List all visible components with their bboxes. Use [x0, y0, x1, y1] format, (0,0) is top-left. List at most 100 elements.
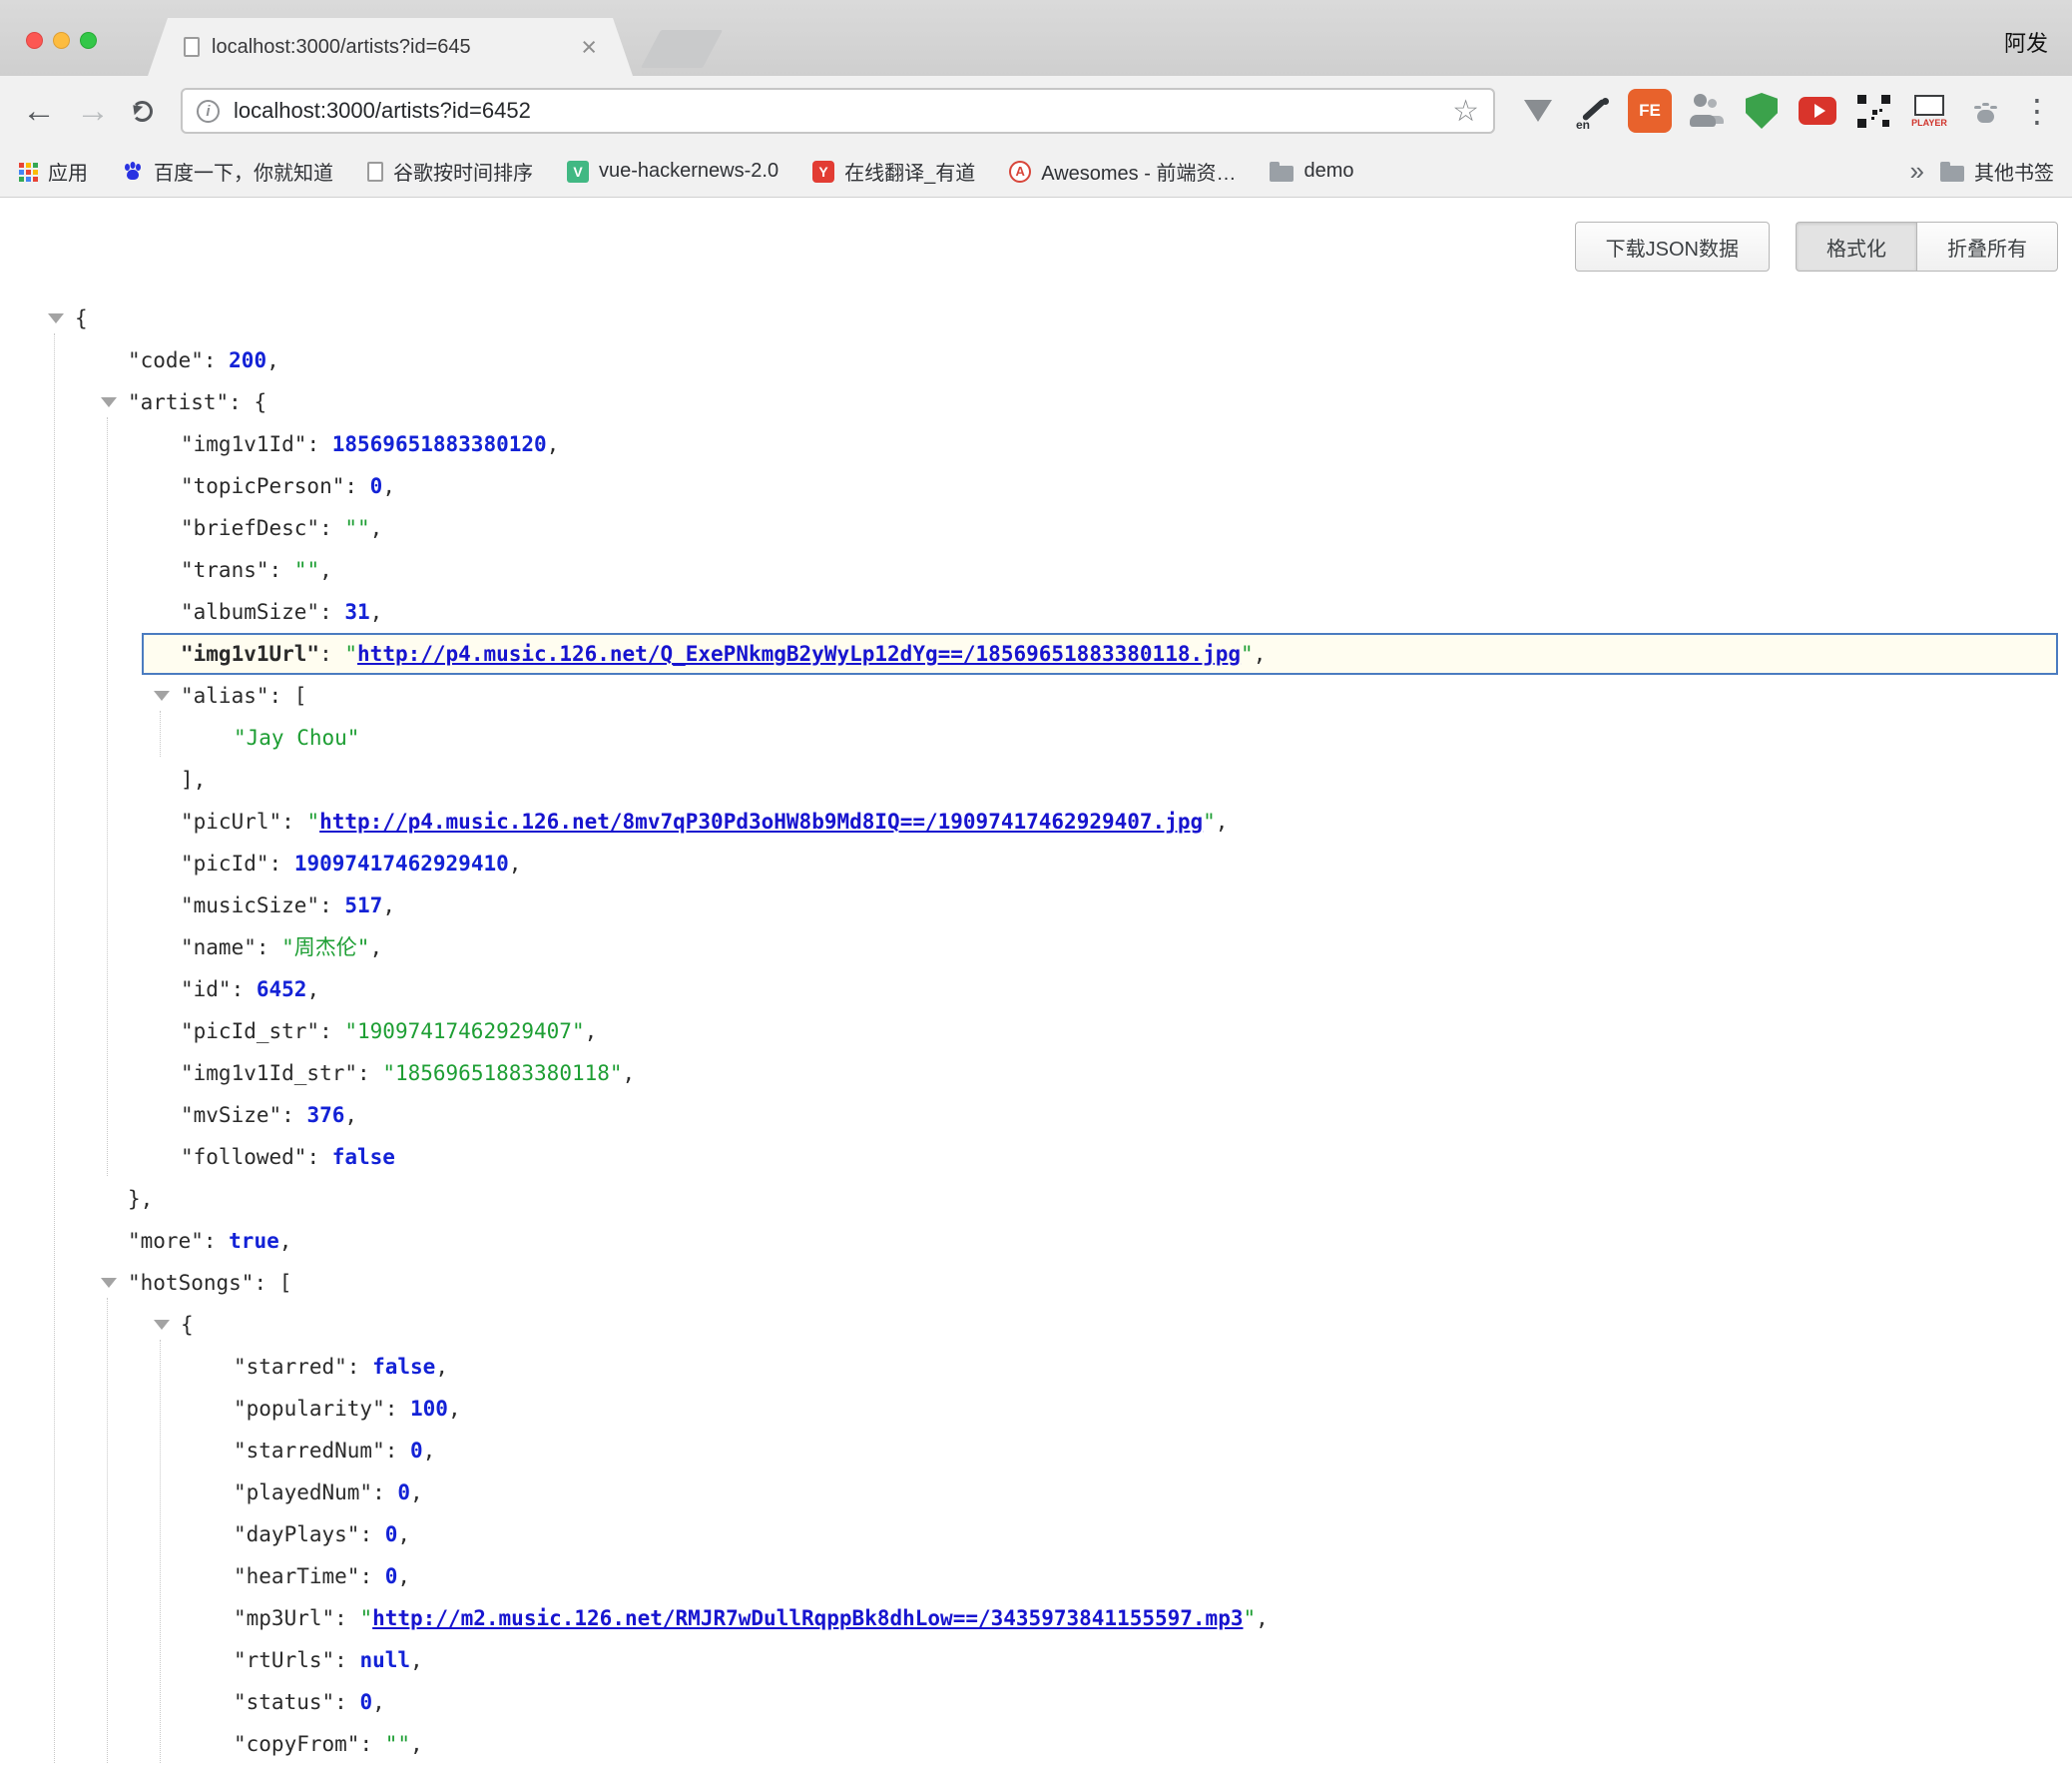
json-string: ": [344, 642, 357, 666]
collapse-toggle-icon[interactable]: [154, 1320, 170, 1330]
url-text[interactable]: localhost:3000/artists?id=6452: [234, 98, 1452, 124]
json-punct: ,: [1216, 810, 1229, 834]
bookmark-items: 应用 百度一下，你就知道 谷歌按时间排序 Vvue-hackernews-2.0 Y在线…: [18, 157, 1353, 186]
video-player-extension-icon[interactable]: [1793, 86, 1842, 136]
bookmark-label: 在线翻译_有道: [844, 157, 975, 186]
json-punct: ,: [266, 348, 279, 372]
json-punct: ,: [344, 1103, 357, 1127]
json-key: "hotSongs": [128, 1271, 254, 1295]
bookmarks-overflow-chevron[interactable]: »: [1910, 156, 1924, 187]
json-punct: ,: [370, 600, 383, 624]
json-punct: :: [347, 1355, 372, 1379]
json-url-link[interactable]: http://m2.music.126.net/RMJR7wDullRqppBk…: [372, 1606, 1243, 1630]
json-line: {: [0, 297, 2072, 339]
json-punct: :: [204, 348, 229, 372]
json-line: "musicSize": 517,: [0, 884, 2072, 926]
page-info-icon[interactable]: i: [197, 100, 220, 123]
json-number: 100: [410, 1397, 448, 1421]
bookmark-item[interactable]: 应用: [18, 157, 88, 186]
forward-button[interactable]: →: [70, 88, 116, 134]
people-extension-icon[interactable]: [1681, 86, 1731, 136]
tab-close-icon[interactable]: ×: [581, 34, 597, 61]
folder-icon: [1270, 166, 1294, 182]
json-punct: :: [204, 1229, 229, 1253]
json-punct: :: [269, 852, 294, 876]
json-line: "rtUrls": null,: [0, 1639, 2072, 1681]
bookmark-star-icon[interactable]: ☆: [1452, 94, 1479, 129]
collapse-toggle-icon[interactable]: [101, 1278, 117, 1288]
other-bookmarks-folder[interactable]: 其他书签: [1940, 157, 2054, 186]
json-line: "topicPerson": 0,: [0, 465, 2072, 507]
json-punct: :: [385, 1439, 410, 1463]
bookmark-item[interactable]: Vvue-hackernews-2.0: [567, 160, 778, 183]
refresh-button[interactable]: [132, 101, 153, 122]
translate-extension-icon-badge: en: [1576, 118, 1590, 132]
address-bar[interactable]: i localhost:3000/artists?id=6452 ☆: [181, 88, 1495, 134]
json-number: 517: [344, 893, 382, 917]
json-key: "img1v1Id_str": [181, 1061, 357, 1085]
music-player-extension-icon[interactable]: PLAYER: [1904, 86, 1954, 136]
json-number: 376: [306, 1103, 344, 1127]
window-close-button[interactable]: [26, 32, 43, 49]
json-key: "playedNum": [234, 1480, 372, 1504]
json-key: "code": [128, 348, 204, 372]
page-icon: [367, 162, 383, 182]
json-number: 31: [344, 600, 369, 624]
json-punct: ,: [423, 1439, 436, 1463]
bookmark-item[interactable]: demo: [1270, 160, 1353, 183]
bookmark-item[interactable]: AAwesomes - 前端资…: [1009, 157, 1236, 186]
shield-extension-icon[interactable]: [1737, 86, 1787, 136]
paw-extension-icon[interactable]: [1960, 86, 2010, 136]
json-line: "hearTime": 0,: [0, 1555, 2072, 1597]
qrcode-extension-icon[interactable]: [1848, 86, 1898, 136]
collapse-all-button[interactable]: 折叠所有: [1916, 222, 2058, 272]
json-key: "picUrl": [181, 810, 281, 834]
json-key: "rtUrls": [234, 1648, 334, 1672]
browser-window: localhost:3000/artists?id=645 × 阿发 ← → i…: [0, 0, 2072, 1751]
bookmarks-bar: 应用 百度一下，你就知道 谷歌按时间排序 Vvue-hackernews-2.0 Y在线…: [0, 146, 2072, 198]
json-key: "starred": [234, 1355, 347, 1379]
bookmark-item[interactable]: 百度一下，你就知道: [122, 157, 333, 186]
json-key: "img1v1Id": [181, 432, 306, 456]
download-json-button[interactable]: 下载JSON数据: [1575, 222, 1770, 272]
collapse-toggle-icon[interactable]: [154, 691, 170, 701]
json-line: "img1v1Id": 18569651883380120,: [0, 423, 2072, 465]
json-key: "img1v1Url": [181, 642, 319, 666]
format-button[interactable]: 格式化: [1796, 222, 1916, 272]
back-button[interactable]: ←: [16, 88, 62, 134]
collapse-toggle-icon[interactable]: [48, 313, 64, 323]
json-string: "18569651883380118": [382, 1061, 622, 1085]
collapse-toggle-icon[interactable]: [101, 397, 117, 407]
json-key: "picId": [181, 852, 269, 876]
fehelper-extension-icon[interactable]: FE: [1628, 89, 1672, 133]
json-url-link[interactable]: http://p4.music.126.net/Q_ExePNkmgB2yWyL…: [357, 642, 1241, 666]
json-line: ],: [0, 759, 2072, 801]
json-key: "briefDesc": [181, 516, 319, 540]
profile-name: 阿发: [2004, 26, 2048, 58]
json-punct: ,: [1254, 642, 1267, 666]
json-punct: :: [319, 893, 344, 917]
bookmark-item[interactable]: Y在线翻译_有道: [812, 157, 975, 186]
json-punct: ,: [397, 1564, 410, 1588]
json-punct: ,: [279, 1229, 292, 1253]
page-content: 下载JSON数据 格式化 折叠所有 {"code": 200,"artist":…: [0, 198, 2072, 1765]
window-zoom-button[interactable]: [80, 32, 97, 49]
translate-extension-icon[interactable]: en: [1569, 86, 1619, 136]
json-number: 0: [397, 1480, 410, 1504]
bookmark-item[interactable]: 谷歌按时间排序: [367, 157, 533, 186]
json-punct: ,: [410, 1732, 423, 1756]
json-key: "alias": [181, 684, 269, 708]
flag-extension-icon[interactable]: [1513, 86, 1563, 136]
new-tab-button[interactable]: [641, 30, 723, 68]
json-punct: :: [344, 474, 369, 498]
json-null: null: [359, 1648, 410, 1672]
window-minimize-button[interactable]: [53, 32, 70, 49]
json-punct: :: [306, 1145, 331, 1169]
json-punct: :: [359, 1564, 384, 1588]
json-line: "trans": "",: [0, 549, 2072, 591]
json-key: "albumSize": [181, 600, 319, 624]
browser-menu-icon[interactable]: ⋮: [2018, 92, 2056, 130]
json-line: "copyFrom": "",: [0, 1723, 2072, 1765]
browser-tab[interactable]: localhost:3000/artists?id=645 ×: [148, 18, 633, 76]
json-url-link[interactable]: http://p4.music.126.net/8mv7qP30Pd3oHW8b…: [319, 810, 1203, 834]
